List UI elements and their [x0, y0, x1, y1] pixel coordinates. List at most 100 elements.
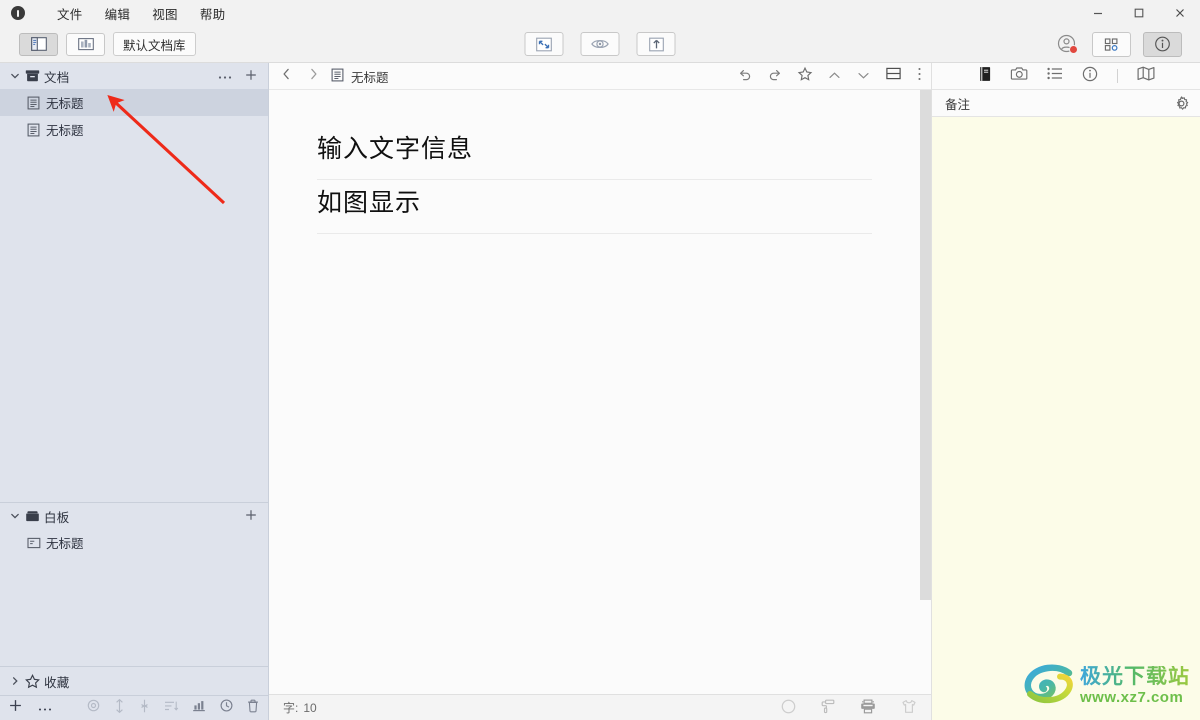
tab-snapshot[interactable]	[1010, 66, 1028, 86]
doc-block-2[interactable]: 如图显示	[317, 180, 872, 234]
more-vertical-icon[interactable]	[917, 67, 922, 86]
whiteboard-box-icon	[22, 509, 42, 523]
sidebar-item-label: 无标题	[46, 124, 84, 138]
board-view-toggle[interactable]	[66, 32, 105, 56]
book-icon	[979, 66, 990, 81]
sidebar-whiteboard-list: 无标题	[0, 529, 268, 556]
chevron-up-icon[interactable]	[828, 67, 841, 85]
info-circle-icon	[1082, 66, 1097, 81]
sidebar-item-document-1[interactable]: 无标题	[0, 89, 268, 116]
collapse-vertical-icon[interactable]	[139, 699, 150, 718]
add-item-button[interactable]	[9, 699, 22, 717]
gear-icon[interactable]	[1174, 95, 1189, 111]
sidebar-item-document-2[interactable]: 无标题	[0, 116, 268, 143]
chevron-down-icon[interactable]	[8, 511, 22, 521]
chevron-down-icon[interactable]	[857, 67, 870, 85]
document-lines-icon	[27, 123, 46, 137]
tab-notes[interactable]	[978, 66, 992, 87]
expand-vertical-icon[interactable]	[114, 698, 125, 718]
star-icon	[22, 673, 42, 689]
application-window: 文件 编辑 视图 帮助 默认文档库 文档 无标题 无标题 白板 无标题 收藏 无…	[0, 0, 1200, 720]
menu-item-file[interactable]: 文件	[46, 1, 94, 26]
editor-pane: 无标题 输入文字信息 如图显示 字: 10	[269, 63, 931, 720]
sidebar-documents-list: 无标题 无标题	[0, 89, 268, 143]
upload-box-icon	[648, 37, 664, 51]
undo-icon[interactable]	[738, 67, 752, 85]
editor-status-bar: 字: 10	[269, 694, 931, 720]
menu-item-edit[interactable]: 编辑	[94, 1, 142, 26]
toolbar-right-group	[1054, 31, 1182, 57]
app-logo-icon	[11, 6, 25, 20]
export-button[interactable]	[636, 32, 676, 56]
apps-grid-button[interactable]	[1092, 31, 1131, 57]
notes-header-label: 备注	[945, 97, 971, 112]
printer-icon[interactable]	[860, 699, 876, 717]
maximize-icon[interactable]	[1118, 0, 1159, 26]
sidebar-item-whiteboard-1[interactable]: 无标题	[0, 529, 268, 556]
status-right-icons	[781, 699, 917, 717]
word-count-label: 字:	[283, 701, 299, 715]
account-badge	[1069, 45, 1078, 54]
menu-item-help[interactable]: 帮助	[189, 1, 237, 26]
info-button[interactable]	[1143, 31, 1182, 57]
library-button[interactable]: 默认文档库	[113, 32, 196, 56]
document-body[interactable]: 输入文字信息 如图显示	[269, 90, 920, 694]
toolbar-center-group	[524, 32, 676, 56]
chevron-down-icon[interactable]	[8, 71, 22, 81]
list-icon	[1046, 67, 1062, 80]
editor-canvas[interactable]: 输入文字信息 如图显示	[269, 90, 931, 694]
chevron-left-icon[interactable]	[281, 67, 292, 85]
more-dots-icon[interactable]	[38, 699, 52, 717]
bar-chart-icon[interactable]	[192, 699, 206, 717]
menu-bar: 文件 编辑 视图 帮助	[46, 1, 236, 26]
account-button[interactable]	[1054, 32, 1080, 56]
circle-icon[interactable]	[781, 699, 796, 717]
document-lines-icon	[27, 96, 46, 110]
main-toolbar: 默认文档库	[0, 26, 1200, 63]
sidebar-section-favorites[interactable]: 收藏	[0, 667, 268, 695]
trash-icon[interactable]	[247, 699, 259, 718]
plus-icon[interactable]	[245, 509, 257, 524]
editor-header-actions	[738, 66, 922, 86]
notes-body[interactable]	[932, 117, 1200, 720]
doc-block-1[interactable]: 输入文字信息	[317, 126, 872, 180]
sidebar-section-documents[interactable]: 文档	[0, 63, 268, 89]
sidebar-section-label: 文档	[44, 70, 70, 85]
map-icon	[1137, 66, 1154, 81]
close-icon[interactable]	[1159, 0, 1200, 26]
info-circle-icon	[1155, 36, 1170, 52]
clock-icon[interactable]	[220, 699, 233, 717]
chevron-right-icon[interactable]	[8, 676, 22, 686]
redo-icon[interactable]	[768, 67, 782, 85]
editor-scrollbar[interactable]	[920, 90, 931, 600]
tab-info[interactable]	[1082, 66, 1098, 87]
tab-outline[interactable]	[1046, 67, 1063, 85]
split-view-icon[interactable]	[886, 67, 901, 85]
document-lines-icon	[331, 68, 344, 85]
paint-roller-icon[interactable]	[821, 699, 835, 717]
grid-apps-icon	[1104, 37, 1118, 51]
sidebar-section-actions	[245, 509, 257, 524]
archive-box-icon	[22, 69, 42, 83]
plus-icon[interactable]	[245, 69, 257, 84]
sidebar-layout-icon	[30, 37, 47, 51]
tab-map[interactable]	[1137, 66, 1155, 86]
chevron-right-icon[interactable]	[308, 67, 319, 85]
fit-screen-button[interactable]	[524, 32, 564, 56]
minimize-icon[interactable]	[1077, 0, 1118, 26]
sort-list-icon[interactable]	[164, 699, 179, 717]
menu-item-view[interactable]: 视图	[141, 1, 189, 26]
camera-icon	[1010, 67, 1027, 80]
resize-arrows-icon	[536, 37, 552, 51]
eye-icon	[591, 39, 609, 49]
sidebar-section-whiteboard[interactable]: 白板	[0, 503, 268, 529]
target-icon[interactable]	[87, 699, 100, 717]
preview-button[interactable]	[580, 32, 620, 56]
shirt-theme-icon[interactable]	[901, 699, 917, 717]
star-icon[interactable]	[797, 66, 813, 86]
sidebar-section-label: 收藏	[44, 675, 70, 690]
layout-panel-toggle[interactable]	[19, 32, 58, 56]
notes-panel-header: 备注	[932, 90, 1200, 117]
title-bar: 文件 编辑 视图 帮助	[0, 0, 1200, 26]
more-dots-icon[interactable]	[218, 69, 232, 83]
